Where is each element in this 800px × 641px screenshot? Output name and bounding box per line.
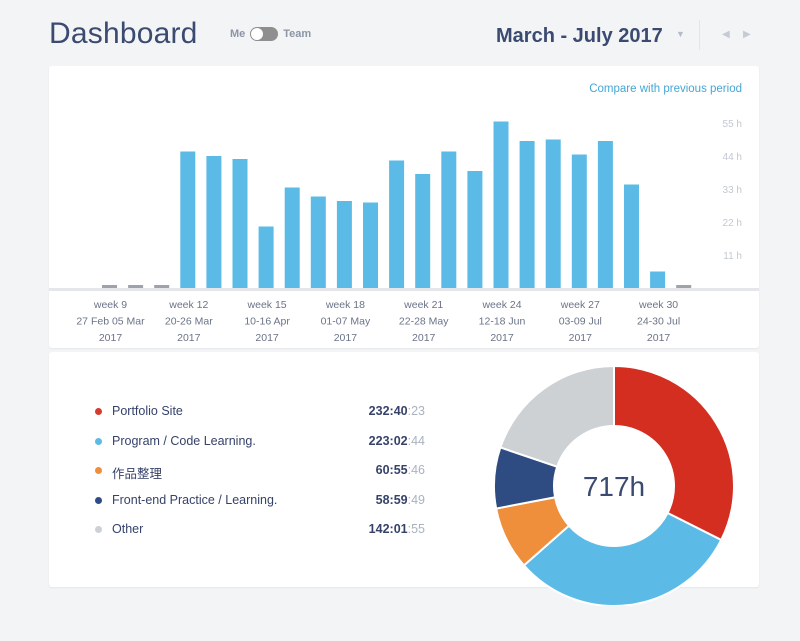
x-tick-label: 03-09 Jul bbox=[559, 316, 602, 328]
duration-seconds: :49 bbox=[407, 492, 425, 507]
bar[interactable] bbox=[676, 285, 692, 288]
duration-hours-minutes: 142:01 bbox=[368, 522, 408, 536]
bar[interactable] bbox=[284, 187, 300, 289]
x-tick-label: week 27 bbox=[560, 299, 600, 311]
legend-label: Portfolio Site bbox=[112, 404, 183, 418]
duration-hours-minutes: 58:59 bbox=[375, 492, 408, 507]
bar[interactable] bbox=[493, 121, 509, 289]
legend-color-dot bbox=[95, 408, 102, 415]
bar[interactable] bbox=[441, 151, 457, 289]
legend-color-dot bbox=[95, 496, 102, 504]
x-tick-label: 2017 bbox=[647, 332, 671, 344]
legend-duration: 232:40:23 bbox=[369, 404, 425, 418]
weekly-hours-bar-chart: 55 h 44 h 33 h 22 h 11 h week 9 27 Feb 05 Mar 2… bbox=[49, 119, 759, 344]
x-tick-label: week 12 bbox=[168, 299, 208, 311]
legend-color-dot bbox=[95, 437, 102, 445]
bar[interactable] bbox=[545, 139, 561, 289]
legend-duration: 60:55:46 bbox=[376, 463, 425, 477]
x-tick-label: week 24 bbox=[481, 299, 521, 311]
project-legend: Portfolio Site 232:40:23 Program / Code Le… bbox=[95, 402, 425, 550]
project-donut-chart: 717h bbox=[494, 366, 734, 606]
bar[interactable] bbox=[467, 171, 483, 288]
x-tick-label: 10-16 Apr bbox=[244, 316, 290, 328]
bar[interactable] bbox=[624, 184, 639, 289]
y-tick-label: 33 h bbox=[723, 185, 742, 196]
duration-seconds: :23 bbox=[407, 404, 425, 418]
y-tick-label: 55 h bbox=[723, 119, 742, 130]
x-tick-label: 27 Feb 05 Mar bbox=[76, 316, 145, 328]
x-tick-label: 2017 bbox=[412, 332, 436, 344]
x-tick-label: week 21 bbox=[403, 299, 443, 311]
bar[interactable] bbox=[389, 160, 405, 289]
legend-label: 作品整理 bbox=[112, 467, 163, 481]
x-tick-label: 2017 bbox=[334, 332, 358, 344]
legend-item[interactable]: Program / Code Learning. 223:02:44 bbox=[95, 432, 425, 462]
bar[interactable] bbox=[597, 141, 613, 288]
x-tick-label: 2017 bbox=[490, 332, 514, 344]
bar[interactable] bbox=[336, 201, 352, 288]
bar[interactable] bbox=[128, 285, 144, 288]
duration-hours-minutes: 60:55 bbox=[375, 463, 408, 477]
bar[interactable] bbox=[519, 141, 535, 288]
bar[interactable] bbox=[650, 271, 666, 289]
bar[interactable] bbox=[180, 151, 196, 289]
chart-baseline bbox=[49, 288, 759, 291]
bar[interactable] bbox=[232, 159, 248, 288]
bar[interactable] bbox=[258, 226, 274, 289]
legend-item[interactable]: Front-end Practice / Learning. 58:59:49 bbox=[95, 491, 425, 521]
duration-seconds: :55 bbox=[407, 522, 425, 536]
legend-label: Other bbox=[112, 522, 144, 536]
y-tick-label: 11 h bbox=[723, 251, 742, 262]
x-tick-label: 22-28 May bbox=[399, 316, 449, 328]
bar[interactable] bbox=[310, 196, 326, 289]
legend-duration: 223:02:44 bbox=[369, 434, 425, 448]
bar[interactable] bbox=[363, 202, 378, 289]
legend-label: Front-end Practice / Learning. bbox=[112, 492, 278, 507]
legend-duration: 142:01:55 bbox=[369, 522, 425, 536]
x-tick-label: week 18 bbox=[325, 299, 365, 311]
x-tick-label: 2017 bbox=[255, 332, 279, 344]
donut-slice[interactable] bbox=[613, 366, 734, 542]
legend-item[interactable]: 作品整理 60:55:46 bbox=[95, 461, 425, 491]
duration-hours-minutes: 223:02 bbox=[368, 433, 408, 448]
x-tick-label: week 9 bbox=[93, 299, 127, 311]
legend-item[interactable]: Other 142:01:55 bbox=[95, 520, 425, 550]
x-tick-label: 12-18 Jun bbox=[479, 316, 526, 328]
x-tick-label: 2017 bbox=[177, 332, 201, 344]
x-tick-label: 24-30 Jul bbox=[637, 316, 680, 328]
legend-label: Program / Code Learning. bbox=[112, 433, 256, 448]
duration-hours-minutes: 232:40 bbox=[368, 404, 408, 418]
donut-slice[interactable] bbox=[499, 366, 615, 468]
x-tick-label: 01-07 May bbox=[321, 316, 371, 328]
x-tick-label: 2017 bbox=[569, 332, 593, 344]
y-tick-label: 22 h bbox=[723, 218, 742, 229]
x-tick-label: week 15 bbox=[247, 299, 287, 311]
duration-seconds: :44 bbox=[407, 433, 425, 448]
bar[interactable] bbox=[102, 285, 117, 288]
bar[interactable] bbox=[571, 154, 587, 289]
bar[interactable] bbox=[154, 285, 170, 288]
x-tick-label: 2017 bbox=[99, 332, 123, 344]
duration-seconds: :46 bbox=[407, 463, 425, 477]
legend-color-dot bbox=[95, 526, 102, 533]
donut-total-label: 717h bbox=[583, 471, 645, 502]
legend-item[interactable]: Portfolio Site 232:40:23 bbox=[95, 402, 425, 432]
x-tick-label: 20-26 Mar bbox=[165, 316, 213, 328]
legend-duration: 58:59:49 bbox=[376, 493, 425, 507]
bar[interactable] bbox=[415, 174, 431, 288]
legend-color-dot bbox=[95, 467, 102, 474]
x-tick-label: week 30 bbox=[638, 299, 678, 311]
y-tick-label: 44 h bbox=[723, 152, 742, 163]
bar[interactable] bbox=[206, 156, 222, 288]
